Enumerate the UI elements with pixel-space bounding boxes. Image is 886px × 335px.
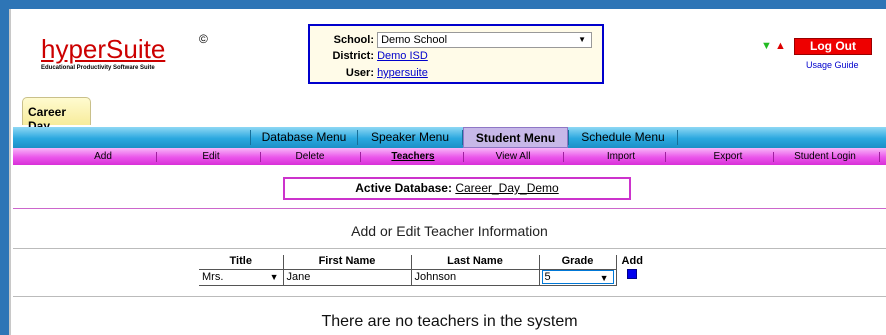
school-label: School: [333,33,374,46]
header-grade: Grade [538,255,617,270]
submenu-separator [879,152,880,162]
school-select[interactable]: Demo School ▼ [377,32,593,48]
divider [13,296,886,297]
title-select-value: Mrs. [202,270,224,283]
last-name-value: Johnson [414,270,457,283]
header-last-name: Last Name [410,255,540,270]
chevron-down-icon: ▼ [578,35,587,44]
user-link[interactable]: hypersuite [377,67,428,79]
grade-select[interactable]: 5 ▼ [538,268,617,286]
submenu-separator [665,152,666,162]
first-name-input[interactable]: Jane [282,268,412,286]
divider [13,208,886,209]
active-database-label: Active Database: [355,181,452,195]
logo-registered-mark: © [199,32,208,46]
sub-menu-bar: Add Edit Delete Teachers View All Import… [13,148,886,165]
teacher-form: Title First Name Last Name Grade Add Mrs… [199,255,648,286]
submenu-delete[interactable]: Delete [250,148,370,165]
logout-button[interactable]: Log Out [794,38,872,55]
district-label: District: [332,50,374,62]
user-row: User: hypersuite [314,67,428,79]
tab-career-day[interactable]: Career Day [22,97,91,133]
add-teacher-button[interactable] [627,269,638,279]
submenu-import[interactable]: Import [561,148,681,165]
logo-tagline: Educational Productivity Software Suite [41,65,155,71]
app-frame: hyperSuite © Educational Productivity So… [9,9,886,335]
submenu-add[interactable]: Add [43,148,163,165]
menu-separator [677,130,678,145]
context-panel: School: Demo School ▼ District: Demo ISD… [308,24,604,84]
logo-name: hyperSuite [41,34,166,64]
collapse-arrows[interactable]: ▼ ▲ [761,41,786,52]
divider [13,248,886,249]
teacher-form-input-row: Mrs. ▼ Jane Johnson 5 ▼ [199,268,648,286]
main-menu-bar: Database Menu Speaker Menu Student Menu … [13,127,886,148]
section-title: Add or Edit Teacher Information [351,223,548,239]
header-add: Add [621,255,643,267]
arrow-up-icon[interactable]: ▲ [775,40,786,52]
title-select[interactable]: Mrs. ▼ [199,268,284,286]
empty-state-message: There are no teachers in the system [321,313,578,330]
arrow-down-icon[interactable]: ▼ [761,40,772,52]
header-title: Title [199,255,284,270]
grade-select-value: 5 [544,271,551,283]
active-database-box: Active Database: Career_Day_Demo [283,177,631,200]
active-database-link[interactable]: Career_Day_Demo [455,181,558,195]
submenu-student-login[interactable]: Student Login [765,148,885,165]
menu-student[interactable]: Student Menu [463,127,568,148]
teacher-form-table: Title First Name Last Name Grade Add Mrs… [199,255,648,286]
submenu-view-all[interactable]: View All [453,148,573,165]
menu-schedule[interactable]: Schedule Menu [569,127,677,148]
district-row: District: Demo ISD [314,50,428,62]
add-cell [616,269,648,285]
menu-speaker[interactable]: Speaker Menu [358,127,462,148]
menu-database[interactable]: Database Menu [251,127,357,148]
first-name-value: Jane [286,270,311,283]
school-select-value: Demo School [381,34,448,46]
chevron-down-icon: ▼ [269,271,279,282]
last-name-input[interactable]: Johnson [410,268,540,286]
usage-guide-link[interactable]: Usage Guide [806,60,859,70]
chevron-down-icon: ▼ [599,273,609,283]
district-link[interactable]: Demo ISD [377,50,428,62]
user-label: User: [345,67,374,79]
school-row: School: Demo School ▼ [314,32,593,48]
teacher-form-header-row: Title First Name Last Name Grade Add [199,255,648,270]
header-first-name: First Name [282,255,412,270]
hypersuite-logo[interactable]: hyperSuite © Educational Productivity So… [41,32,208,71]
